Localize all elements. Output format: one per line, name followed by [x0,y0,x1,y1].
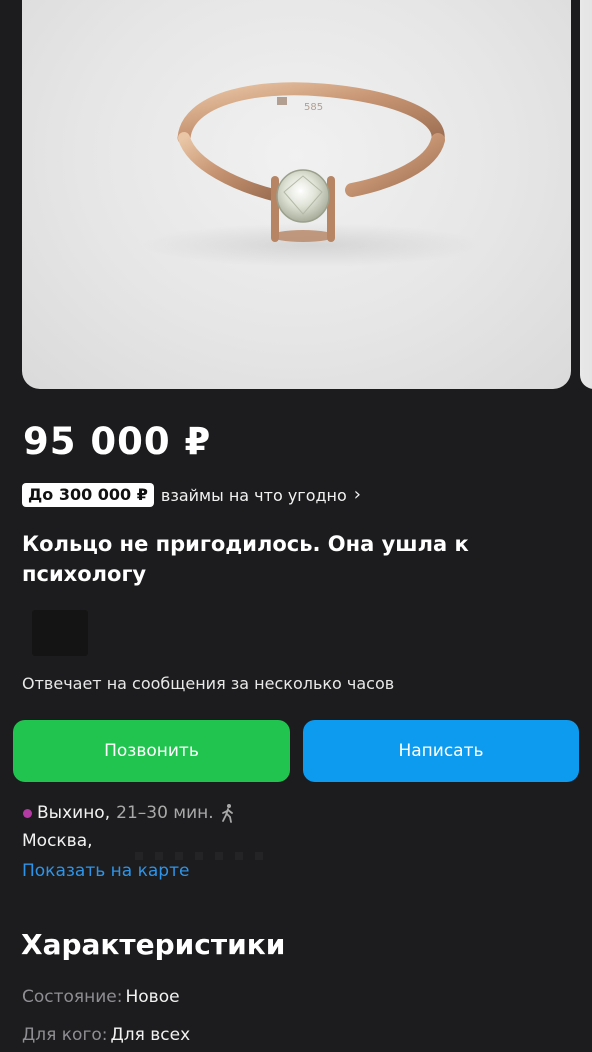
metro-station: Выхино, [37,803,111,823]
next-photo-preview[interactable] [580,0,592,389]
spec-value: Новое [125,987,180,1007]
svg-text:585: 585 [304,102,323,113]
metro-walk-time: 21–30 мин. [116,803,214,823]
metro-info: Выхино, 21–30 мин. [22,803,237,823]
price: 95 000 ₽ [23,420,212,463]
listing-photo[interactable]: 585 [22,0,571,389]
loan-badge: До 300 000 ₽ [22,483,154,507]
spec-value: Для всех [110,1025,191,1045]
loan-text: взаймы на что угодно [160,485,347,505]
listing-page: 585 95 000 ₽ До 300 000 ₽ взаймы на что … [0,0,592,1052]
show-on-map-link[interactable]: Показать на карте [22,861,189,881]
spec-key: Состояние: [22,987,123,1007]
metro-line-dot-icon [23,808,32,818]
chevron-right-icon: › [353,484,361,505]
write-message-button[interactable]: Написать [303,720,579,782]
photo-gallery[interactable]: 585 [0,0,592,390]
spec-row: Состояние: Новое [22,987,180,1007]
hidden-address [135,852,265,860]
spec-key: Для кого: [22,1025,108,1045]
ring-photo-image: 585 [142,82,482,267]
city: Москва, [22,831,93,851]
spec-row: Для кого: Для всех [22,1025,190,1045]
loan-offer-link[interactable]: До 300 000 ₽ взаймы на что угодно › [22,482,361,508]
listing-title: Кольцо не пригодилось. Она ушла к психол… [22,532,469,586]
call-button[interactable]: Позвонить [13,720,290,782]
walking-person-icon [221,804,233,823]
seller-avatar[interactable] [32,610,88,656]
characteristics-heading: Характеристики [21,928,286,961]
seller-reply-info: Отвечает на сообщения за несколько часов [22,674,395,693]
